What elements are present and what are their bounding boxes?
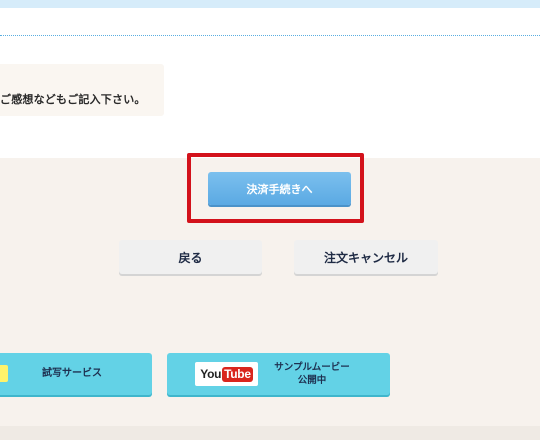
checkout-page: ご感想などもご記入下さい。 決済手続きへ 戻る 注文キャンセル 試写サービス Y…: [0, 0, 540, 440]
footer-strip: [0, 426, 540, 440]
sample-movie-banner[interactable]: You Tube サンプルムービー 公開中: [167, 353, 390, 395]
comment-note-box: [0, 64, 164, 116]
top-band: [0, 0, 540, 8]
youtube-logo-you: You: [200, 367, 222, 381]
youtube-logo-icon: You Tube: [195, 362, 258, 386]
sample-movie-label-line1: サンプルムービー: [274, 362, 350, 373]
comment-note-text: ご感想などもご記入下さい。: [0, 93, 146, 106]
youtube-logo-tube: Tube: [222, 366, 253, 382]
trial-service-label: 試写サービス: [42, 368, 102, 379]
back-button[interactable]: 戻る: [119, 240, 262, 274]
sample-movie-label-line2: 公開中: [297, 375, 327, 386]
dotted-divider: [0, 35, 540, 36]
proceed-to-payment-button[interactable]: 決済手続きへ: [208, 172, 351, 205]
trial-service-icon: [0, 365, 8, 382]
cancel-order-button[interactable]: 注文キャンセル: [294, 240, 438, 274]
trial-service-banner[interactable]: 試写サービス: [0, 353, 152, 395]
sample-movie-label: サンプルムービー 公開中: [272, 361, 352, 387]
